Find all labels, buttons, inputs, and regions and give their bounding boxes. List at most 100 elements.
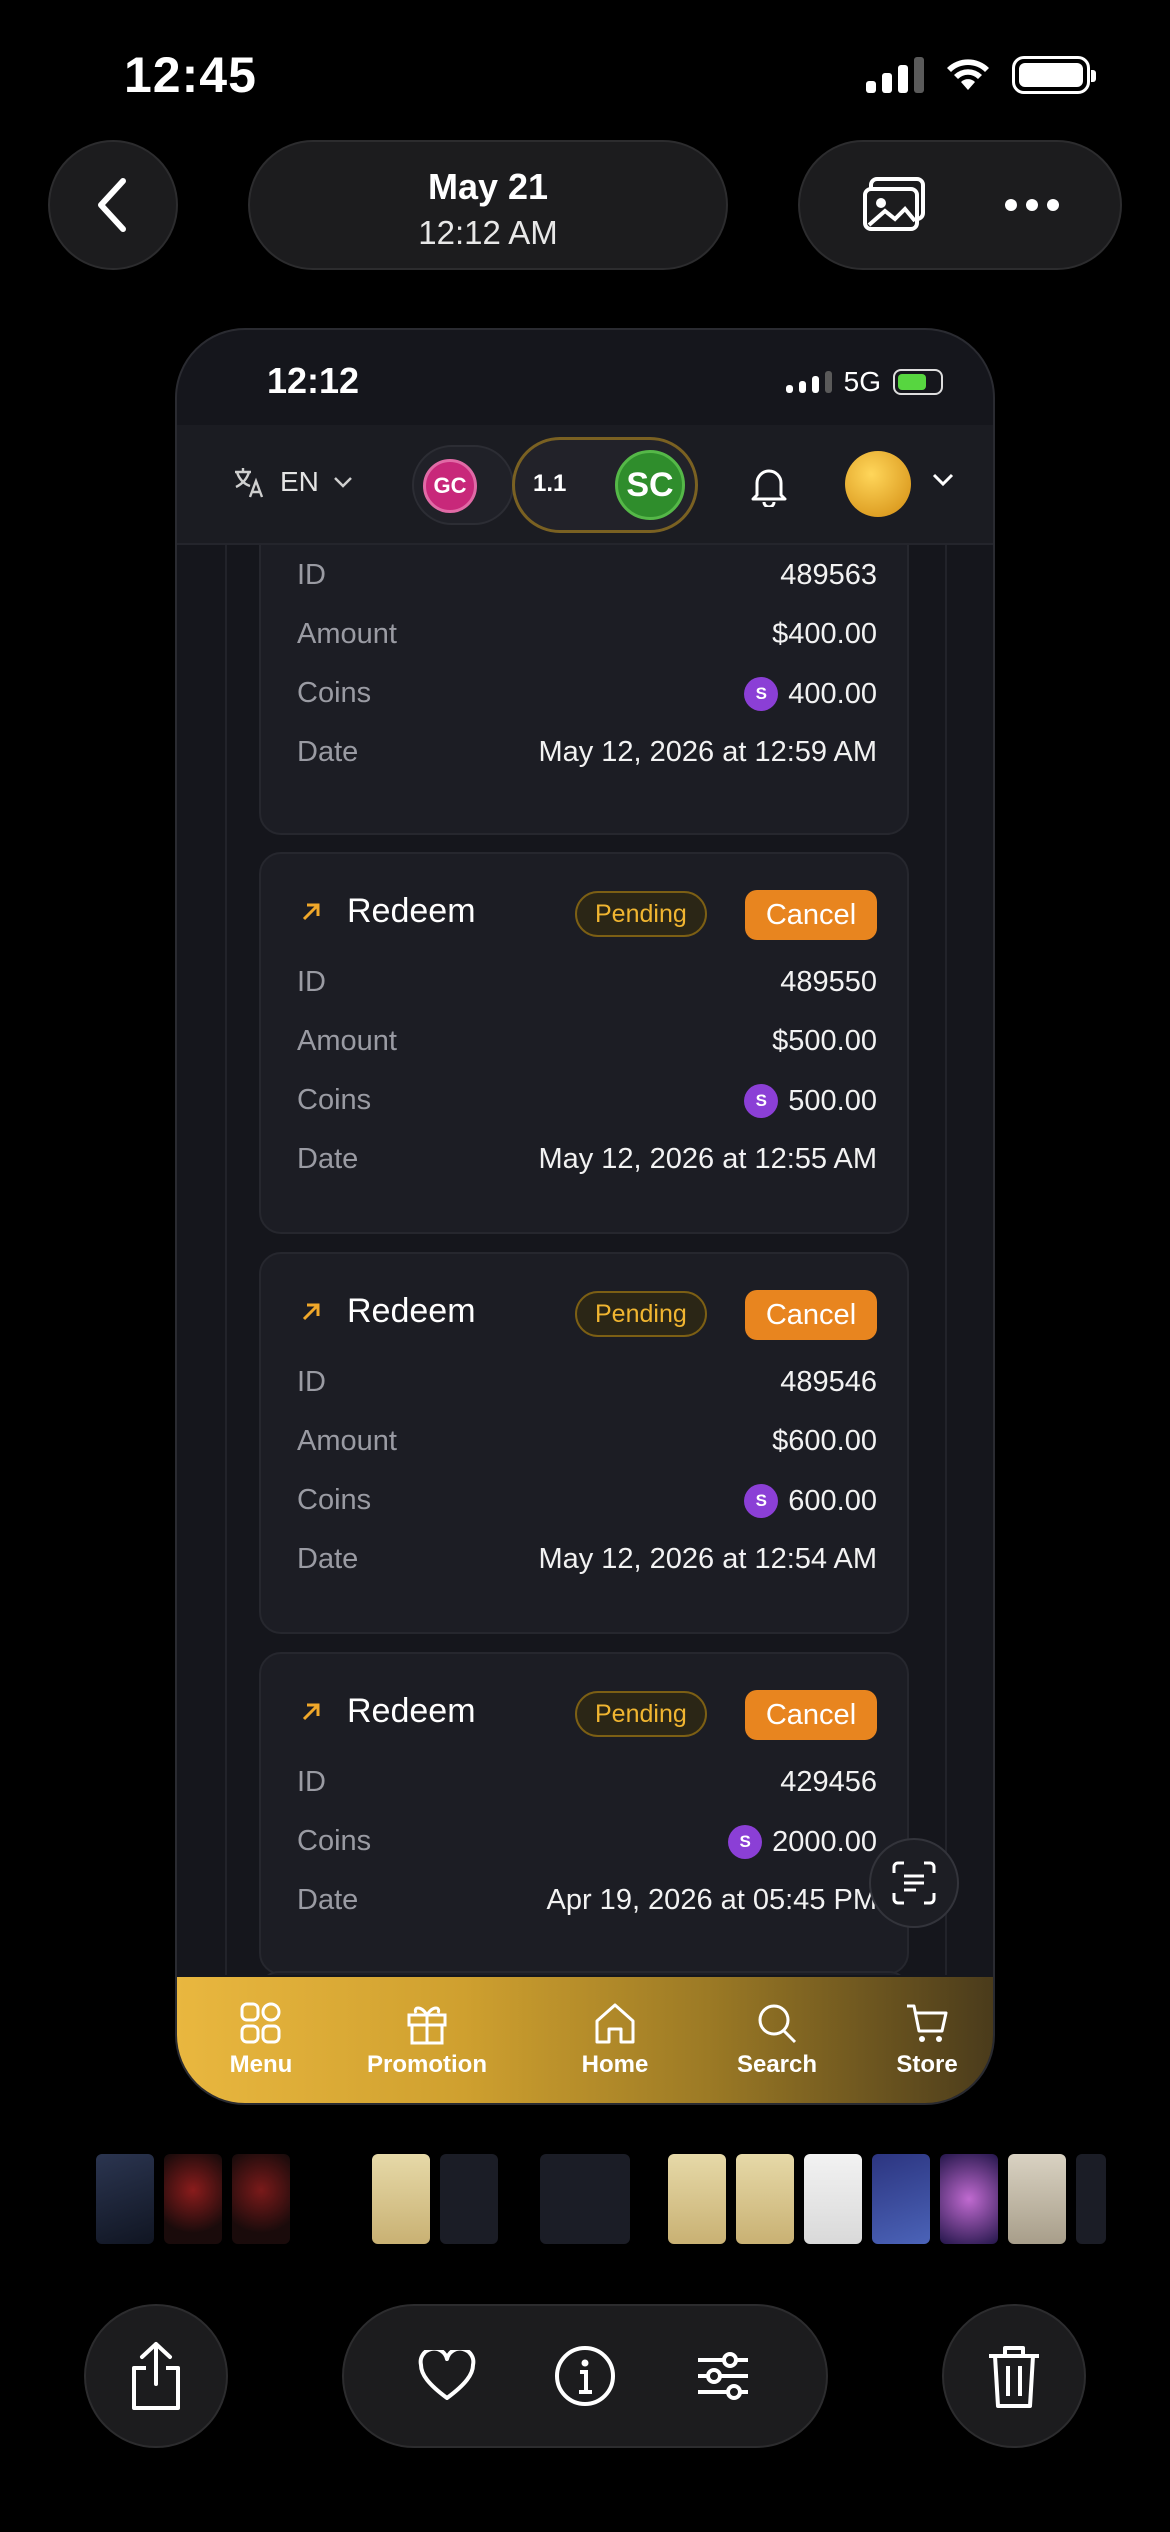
photo-time: 12:12 AM [418,214,558,251]
delete-button[interactable] [942,2304,1086,2448]
sweeps-coin-icon: S [728,1825,763,1859]
tab-label: Home [581,2051,649,2078]
chevron-left-icon [98,178,126,232]
language-selector[interactable]: EN [232,465,353,499]
sweeps-coin-balance[interactable]: 1.1 SC [512,437,698,533]
photo-thumbnail[interactable] [1076,2154,1106,2244]
app-header: EN GC 1.1 SC [177,425,993,545]
heart-icon[interactable] [418,2350,476,2402]
photo-thumbnail[interactable] [1008,2154,1066,2244]
info-icon[interactable] [553,2344,617,2408]
inner-status-time: 12:12 [267,360,360,401]
text-scan-icon [892,1861,936,1905]
gift-icon [407,2006,447,2045]
photo-thumbnail[interactable] [232,2154,290,2244]
outer-status-icons [866,56,1096,94]
translate-icon [235,468,264,498]
row-date: Date May 12, 2026 at 12:55 AM [297,1143,877,1175]
screenshot-preview: 12:12 5G EN GC 1.1 SC ID 489563 Amount $… [175,328,995,2105]
row-id: ID 489550 [297,966,877,998]
sweeps-coin-icon: S [744,677,779,711]
row-coins: Coins S 400.00 [297,677,877,711]
arrow-up-right-icon [302,903,320,921]
sweeps-coin-icon: S [744,1084,779,1118]
row-id: ID 429456 [297,1766,877,1798]
photo-thumbnail[interactable] [872,2154,930,2244]
trash-icon [989,2346,1039,2408]
status-badge: Pending [575,1291,707,1337]
cancel-button[interactable]: Cancel [745,1690,877,1740]
gc-coin-icon: GC [423,459,477,513]
transaction-type: Redeem [347,892,476,930]
status-badge: Pending [575,891,707,937]
row-coins: Coins S 600.00 [297,1484,877,1518]
photo-thumbnail[interactable] [372,2154,430,2244]
photo-thumbnail[interactable] [940,2154,998,2244]
tab-search[interactable]: Search [717,2001,837,2079]
photo-actions-pill [798,140,1122,270]
chevron-down-icon[interactable] [932,473,954,487]
transaction-card: Redeem Pending Cancel ID 429456 Coins S2… [259,1652,909,1975]
transaction-type: Redeem [347,1692,476,1730]
adjust-sliders-icon[interactable] [694,2350,752,2402]
inner-battery-icon [893,369,943,395]
row-amount: Amount $600.00 [297,1425,877,1457]
photo-thumbnail[interactable] [668,2154,726,2244]
tab-promotion[interactable]: Promotion [347,2001,507,2079]
row-date: Date May 12, 2026 at 12:54 AM [297,1543,877,1575]
wifi-icon [947,59,989,90]
transaction-card: Redeem Pending Cancel ID 489546 Amount $… [259,1252,909,1634]
language-label: EN [280,466,319,497]
row-amount: Amount $400.00 [297,618,877,650]
transaction-type: Redeem [347,1292,476,1330]
gold-coin-toggle[interactable]: GC [412,445,514,525]
row-coins: Coins S 2000.00 [297,1825,877,1859]
sweeps-coin-icon: S [744,1484,779,1518]
tab-home[interactable]: Home [555,2001,675,2079]
transaction-card: ID 489563 Amount $400.00 Coins S 400.00 D… [259,545,909,835]
sc-balance: 1.1 [533,470,567,497]
inner-signal-icon [785,371,832,393]
photo-thumbnail[interactable] [540,2154,630,2244]
thumbnail-strip[interactable] [0,2154,1170,2246]
photo-date-pill: May 21 12:12 AM [248,140,728,270]
photo-thumbnail[interactable] [736,2154,794,2244]
row-date: Date Apr 19, 2026 at 05:45 PM [297,1884,877,1916]
row-coins: Coins S 500.00 [297,1084,877,1118]
chevron-down-icon [334,477,352,488]
photo-thumbnail[interactable] [440,2154,498,2244]
row-amount: Amount $500.00 [297,1025,877,1057]
share-button[interactable] [84,2304,228,2448]
tab-menu[interactable]: Menu [207,2001,315,2079]
cellular-signal-icon [866,57,924,93]
more-options-icon[interactable] [1004,198,1060,212]
row-date: Date May 12, 2026 at 12:59 AM [297,736,877,768]
photo-thumbnail[interactable] [804,2154,862,2244]
row-id: ID 489546 [297,1366,877,1398]
share-icon [132,2342,180,2410]
cancel-button[interactable]: Cancel [745,1290,877,1340]
status-badge: Pending [575,1691,707,1737]
tab-label: Menu [229,2051,293,2078]
sc-coin-icon: SC [615,450,685,520]
photo-thumbnail[interactable] [164,2154,222,2244]
battery-icon [1012,56,1096,94]
arrow-up-right-icon [302,1703,320,1721]
inner-status-bar: 12:12 5G [177,330,993,425]
tab-store[interactable]: Store [877,2001,977,2079]
back-button[interactable] [48,140,178,270]
live-text-scan-button[interactable] [869,1838,959,1928]
home-icon [595,2003,635,2044]
photo-date: May 21 [427,166,549,207]
photo-stack-icon[interactable] [861,175,931,235]
notification-bell-icon[interactable] [747,463,791,507]
avatar[interactable] [845,451,911,517]
arrow-up-right-icon [302,1303,320,1321]
transaction-list[interactable]: ID 489563 Amount $400.00 Coins S 400.00 D… [225,545,947,1975]
cancel-button[interactable]: Cancel [745,890,877,940]
inner-status-icons: 5G [785,366,943,398]
photo-thumbnail[interactable] [96,2154,154,2244]
transaction-card: Redeem Pending Cancel ID 489550 Amount $… [259,852,909,1234]
row-id: ID 489563 [297,559,877,591]
bottom-tab-bar: Menu Promotion Home Search Store [177,1977,993,2103]
